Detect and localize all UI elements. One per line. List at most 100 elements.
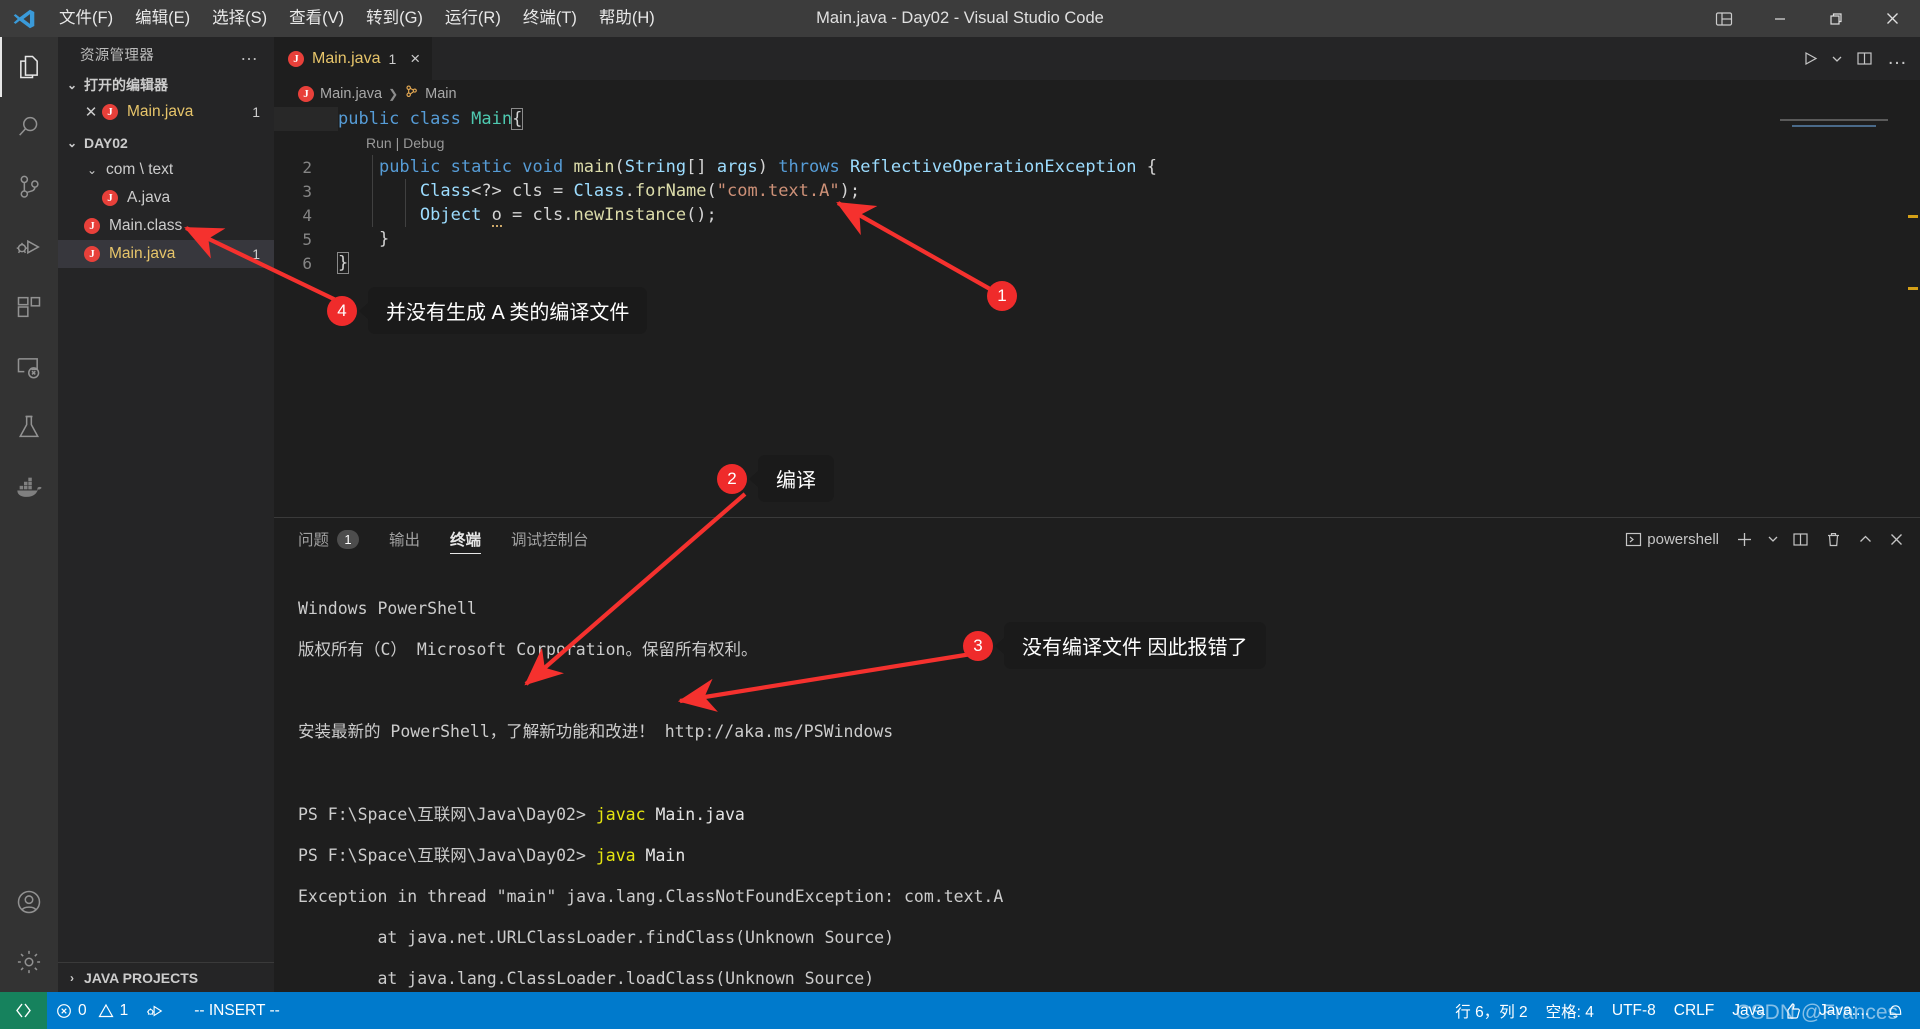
status-java-build[interactable]: Java:... (1810, 992, 1878, 1029)
panel-tab-label: 调试控制台 (511, 532, 589, 549)
terminal-line: at java.lang.ClassLoader.loadClass(Unkno… (298, 969, 875, 989)
panel-tab-problems[interactable]: 问题 1 (298, 518, 360, 560)
status-indentation[interactable]: 空格: 4 (1537, 992, 1603, 1029)
activity-search[interactable] (0, 97, 58, 157)
close-panel-icon[interactable] (1883, 524, 1910, 554)
split-terminal-icon[interactable] (1786, 524, 1815, 554)
terminal-line: PS F:\Space\互联网\Java\Day02> java Main (298, 845, 686, 865)
code-line-4: 4 Object o = cls.newInstance(); (274, 203, 1920, 227)
menu-help[interactable]: 帮助(H) (588, 0, 666, 37)
activity-explorer[interactable] (0, 37, 58, 97)
section-java-projects[interactable]: › JAVA PROJECTS (58, 962, 274, 992)
menu-go[interactable]: 转到(G) (355, 0, 434, 37)
status-launch[interactable] (137, 992, 173, 1029)
code-text: Class<?> cls = Class.forName("com.text.A… (419, 181, 861, 201)
more-actions-icon[interactable]: … (1882, 42, 1914, 76)
activity-bar (0, 37, 58, 992)
breadcrumb-file[interactable]: Main.java (320, 86, 382, 102)
java-file-icon: J (288, 50, 304, 67)
activity-remote-explorer[interactable] (0, 337, 58, 397)
split-editor-icon[interactable] (1848, 42, 1880, 76)
terminal-shell-selector[interactable]: powershell (1619, 524, 1725, 554)
minimize-icon[interactable] (1752, 0, 1808, 37)
close-icon[interactable]: ✕ (80, 103, 102, 121)
terminal-output[interactable]: Windows PowerShell 版权所有（C） Microsoft Cor… (274, 560, 1920, 1029)
section-workspace-day02[interactable]: ⌄ DAY02 (58, 130, 274, 156)
menu-file[interactable]: 文件(F) (48, 0, 124, 37)
tree-item-com-text[interactable]: ⌄ com \ text (58, 156, 274, 184)
status-problems[interactable]: 0 1 (47, 992, 137, 1029)
open-editor-badge: 1 (252, 104, 260, 120)
layout-icon[interactable] (1696, 0, 1752, 37)
new-terminal-icon[interactable] (1729, 524, 1760, 554)
chevron-down-icon[interactable] (1764, 524, 1782, 554)
maximize-panel-icon[interactable] (1852, 524, 1879, 554)
menu-terminal[interactable]: 终端(T) (512, 0, 588, 37)
section-open-editors[interactable]: ⌄ 打开的编辑器 (58, 72, 274, 98)
code-lens-label[interactable]: Run | Debug (338, 135, 444, 151)
chevron-down-icon[interactable] (1828, 42, 1846, 76)
activity-source-control[interactable] (0, 157, 58, 217)
panel-tab-debug-console[interactable]: 调试控制台 (511, 518, 589, 560)
editor-scrollbar[interactable] (1906, 107, 1920, 507)
line-number: 6 (302, 253, 312, 273)
terminal-line: 版权所有（C） Microsoft Corporation。保留所有权利。 (298, 639, 758, 659)
menu-edit[interactable]: 编辑(E) (124, 0, 201, 37)
tree-item-main-class[interactable]: J Main.class (58, 212, 274, 240)
tree-item-label: com \ text (106, 161, 174, 178)
tree-item-a-java[interactable]: J A.java (58, 184, 274, 212)
code-line-5: 5 } (274, 227, 1920, 251)
breadcrumb-symbol[interactable]: Main (425, 86, 456, 102)
open-editor-item-main-java[interactable]: ✕ J Main.java 1 (58, 98, 274, 126)
sidebar-more-actions-icon[interactable]: … (240, 44, 260, 65)
open-editors-label: 打开的编辑器 (84, 77, 168, 93)
code-text: public static void main(String[] args) t… (378, 157, 1158, 177)
menu-selection[interactable]: 选择(S) (201, 0, 278, 37)
kill-terminal-icon[interactable] (1819, 524, 1848, 554)
activity-settings[interactable] (0, 932, 58, 992)
status-bar-right: 行 6，列 2 空格: 4 UTF-8 CRLF Java Java:... (1446, 992, 1920, 1029)
activity-docker[interactable] (0, 457, 58, 517)
remote-window-icon[interactable] (0, 992, 47, 1029)
line-number: 3 (302, 181, 312, 201)
tab-main-java[interactable]: J Main.java 1 × (274, 37, 434, 80)
run-icon[interactable] (1794, 42, 1826, 76)
activity-accounts[interactable] (0, 872, 58, 932)
code-line-3: 3 Class<?> cls = Class.forName("com.text… (274, 179, 1920, 203)
minimap[interactable] (1780, 107, 1906, 507)
chevron-right-icon: › (70, 970, 74, 985)
menu-view[interactable]: 查看(V) (278, 0, 355, 37)
class-icon (404, 84, 419, 103)
status-eol[interactable]: CRLF (1665, 992, 1723, 1029)
activity-testing[interactable] (0, 397, 58, 457)
code-lens-run-debug[interactable]: Run | Debug (274, 131, 1920, 155)
code-line-1: 1 public class Main{ (274, 107, 1920, 131)
status-encoding[interactable]: UTF-8 (1603, 992, 1665, 1029)
editor-actions: … (1794, 37, 1914, 80)
tree-item-main-java[interactable]: J Main.java 1 (58, 240, 274, 268)
code-editor[interactable]: 1 public class Main{ Run | Debug 2 publi… (274, 107, 1920, 507)
panel-tabs: 问题 1 输出 终端 调试控制台 powershell (274, 518, 1920, 560)
panel-tab-terminal[interactable]: 终端 (450, 518, 482, 560)
panel-tab-output[interactable]: 输出 (389, 518, 420, 560)
terminal-line: PS F:\Space\互联网\Java\Day02> javac Main.j… (298, 804, 745, 824)
status-cursor-position[interactable]: 行 6，列 2 (1446, 992, 1536, 1029)
sidebar-explorer: 资源管理器 … ⌄ 打开的编辑器 ✕ J Main.java 1 ⌄ DAY02… (58, 37, 274, 992)
sidebar-title: 资源管理器 (80, 48, 154, 64)
activity-run-debug[interactable] (0, 217, 58, 277)
close-icon[interactable]: × (410, 49, 420, 69)
close-icon[interactable] (1864, 0, 1920, 37)
status-vim-mode[interactable]: -- INSERT -- (185, 992, 289, 1029)
restore-icon[interactable] (1808, 0, 1864, 37)
activity-extensions[interactable] (0, 277, 58, 337)
workspace-label: DAY02 (84, 135, 128, 151)
status-feedback[interactable] (1774, 992, 1810, 1029)
status-notifications[interactable] (1878, 992, 1920, 1029)
status-language-mode[interactable]: Java (1723, 992, 1774, 1029)
menu-run[interactable]: 运行(R) (434, 0, 512, 37)
bottom-panel: 问题 1 输出 终端 调试控制台 powershell Windows Powe… (274, 517, 1920, 1029)
chevron-down-icon: ⌄ (66, 78, 78, 92)
breadcrumb: J Main.java ❯ Main (274, 80, 1920, 107)
sidebar-header: 资源管理器 … (58, 37, 274, 72)
